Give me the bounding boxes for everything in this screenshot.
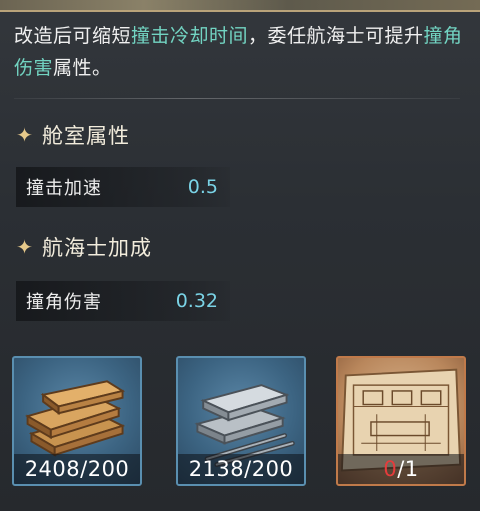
material-count: 2138/200 [178,454,304,484]
divider [14,98,460,99]
stat-value: 0.32 [175,290,218,312]
material-count-have: 0 [383,457,398,481]
desc-part-2: ，委任航海士可提升 [248,25,424,47]
stat-name: 撞击加速 [26,178,102,199]
material-count-need: /1 [397,457,419,481]
desc-highlight-ram-cooldown: 撞击冷却时间 [131,25,249,47]
material-slot-blueprint[interactable]: 0/1 [336,356,466,486]
material-slot-iron[interactable]: 2138/200 [176,356,306,486]
cabin-attributes-title: ✦ 舱室属性 [16,120,130,150]
material-count: 0/1 [338,454,464,484]
material-slot-wood[interactable]: 2408/200 [12,356,142,486]
top-image-strip [0,0,480,12]
desc-part-3: 属性。 [53,57,112,79]
stat-row-ram-speed: 撞击加速 0.5 [16,167,230,207]
desc-part-1: 改造后可缩短 [14,25,132,47]
stat-row-ram-damage: 撞角伤害 0.32 [16,281,230,321]
stat-value: 0.5 [187,176,218,198]
navigator-bonus-title: ✦ 航海士加成 [16,232,152,262]
sparkle-icon: ✦ [16,123,34,147]
stat-name: 撞角伤害 [26,292,102,313]
description-text: 改造后可缩短撞击冷却时间，委任航海士可提升撞角伤害属性。 [14,20,466,84]
cabin-attributes-title-text: 舱室属性 [42,124,130,148]
sparkle-icon: ✦ [16,235,34,259]
navigator-bonus-title-text: 航海士加成 [42,236,152,260]
material-count: 2408/200 [14,454,140,484]
